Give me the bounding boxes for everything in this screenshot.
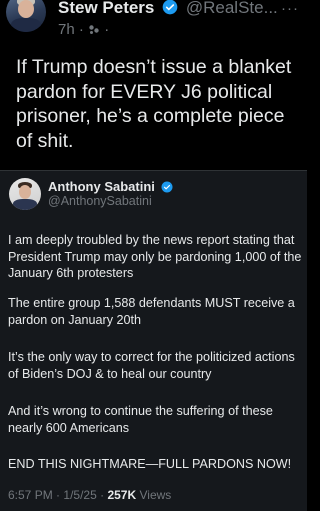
quoted-paragraph: I am deeply troubled by the news report … — [8, 233, 302, 280]
quoted-author-name-row: Anthony Sabatini — [48, 179, 173, 195]
quoted-paragraph: END THIS NIGHTMARE—FULL PARDONS NOW! — [8, 457, 292, 471]
verified-badge-icon — [161, 181, 173, 193]
more-icon[interactable]: ··· — [281, 0, 299, 17]
post-text: If Trump doesn’t issue a blanket pardon … — [16, 56, 292, 152]
verified-badge-icon — [162, 0, 178, 15]
author-name[interactable]: Stew Peters — [58, 0, 154, 17]
separator-dot: · — [104, 21, 110, 38]
author-avatar[interactable] — [6, 0, 46, 32]
quoted-post-card[interactable]: Anthony Sabatini @AnthonySabatini I am d… — [0, 170, 307, 511]
quoted-paragraph: The entire group 1,588 defendants MUST r… — [8, 296, 295, 327]
quoted-author-handle[interactable]: @AnthonySabatini — [48, 194, 152, 208]
quoted-paragraph: It’s the only way to correct for the pol… — [8, 350, 295, 381]
separator-dot: · — [78, 21, 89, 38]
quoted-author-avatar[interactable] — [9, 178, 41, 210]
post-meta: 7h · · — [58, 21, 109, 38]
circles-icon — [89, 24, 99, 34]
post-time[interactable]: 7h — [58, 21, 75, 38]
post-header: Stew Peters @RealSte... — [58, 0, 278, 18]
author-handle[interactable]: @RealSte... — [186, 0, 278, 17]
quoted-author-name[interactable]: Anthony Sabatini — [48, 179, 155, 194]
quoted-paragraph: And it’s wrong to continue the suffering… — [8, 404, 273, 435]
